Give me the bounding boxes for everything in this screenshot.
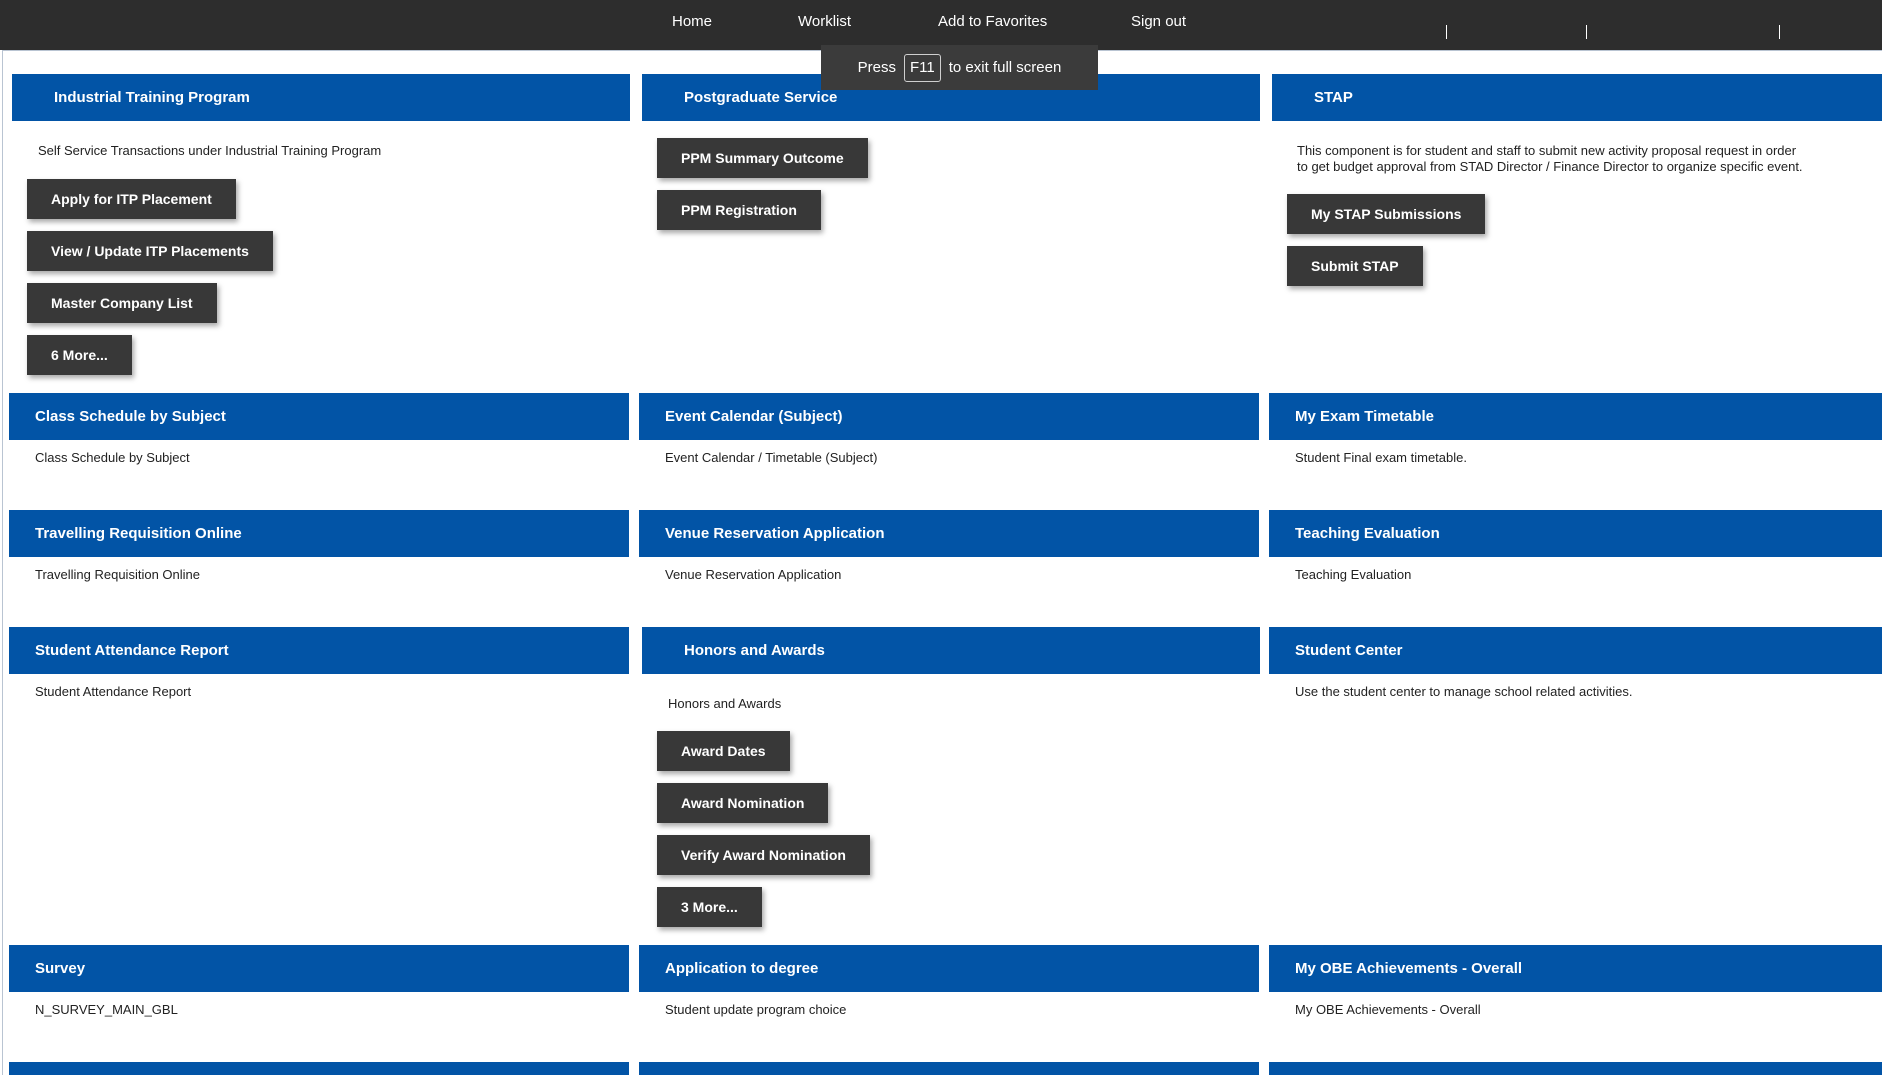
tile-title: Travelling Requisition Online bbox=[35, 525, 242, 542]
tile-student-attendance-report[interactable]: Student Attendance Report bbox=[9, 627, 629, 674]
homepage-content bbox=[2, 50, 1882, 1075]
tile-teaching-evaluation[interactable]: Teaching Evaluation bbox=[1269, 510, 1882, 557]
tile-description: This component is for student and staff … bbox=[1297, 143, 1877, 175]
description-line: to get budget approval from STAD Directo… bbox=[1297, 159, 1803, 174]
verify-award-nomination-button[interactable]: Verify Award Nomination bbox=[657, 835, 870, 875]
ppm-summary-outcome-button[interactable]: PPM Summary Outcome bbox=[657, 138, 868, 178]
tile-description: Travelling Requisition Online bbox=[35, 567, 200, 582]
tile-honors-and-awards[interactable]: Honors and Awards bbox=[642, 627, 1260, 674]
award-nomination-button[interactable]: Award Nomination bbox=[657, 783, 829, 823]
tile-description: N_SURVEY_MAIN_GBL bbox=[35, 1002, 178, 1017]
tile-title: Postgraduate Service bbox=[684, 89, 838, 106]
tile-description: Venue Reservation Application bbox=[665, 567, 842, 582]
f11-key-badge: F11 bbox=[904, 53, 941, 82]
description-line: This component is for student and staff … bbox=[1297, 143, 1797, 158]
tile-description: Student Final exam timetable. bbox=[1295, 450, 1467, 465]
master-company-list-button[interactable]: Master Company List bbox=[27, 283, 217, 323]
submit-stap-button[interactable]: Submit STAP bbox=[1287, 246, 1423, 286]
tile-title: Student Attendance Report bbox=[35, 642, 229, 659]
notice-text: Press bbox=[857, 59, 897, 76]
tile-venue-reservation-application[interactable]: Venue Reservation Application bbox=[639, 510, 1259, 557]
itp-more-button[interactable]: 6 More... bbox=[27, 335, 132, 375]
tile-industrial-training-program[interactable]: Industrial Training Program bbox=[12, 74, 630, 121]
top-nav-bar: Home Worklist Add to Favorites Sign out bbox=[0, 0, 1882, 50]
tile-title: Venue Reservation Application bbox=[665, 525, 885, 542]
nav-sign-out-link[interactable]: Sign out bbox=[1131, 13, 1186, 30]
tile-title: My OBE Achievements - Overall bbox=[1295, 960, 1523, 977]
tile-title: My Exam Timetable bbox=[1295, 408, 1434, 425]
tile-description: Use the student center to manage school … bbox=[1295, 684, 1633, 699]
view-update-itp-placements-button[interactable]: View / Update ITP Placements bbox=[27, 231, 273, 271]
tile-student-center[interactable]: Student Center bbox=[1269, 627, 1882, 674]
tile-title: Student Center bbox=[1295, 642, 1403, 659]
fullscreen-exit-notice: Press F11 to exit full screen bbox=[821, 45, 1098, 90]
tile-title: Event Calendar (Subject) bbox=[665, 408, 843, 425]
tile-event-calendar-subject[interactable]: Event Calendar (Subject) bbox=[639, 393, 1259, 440]
nav-home-link[interactable]: Home bbox=[672, 13, 712, 30]
tile-header-partial[interactable] bbox=[9, 1062, 629, 1075]
notice-text: to exit full screen bbox=[948, 59, 1062, 76]
tile-description: Self Service Transactions under Industri… bbox=[38, 143, 382, 158]
tile-class-schedule-by-subject[interactable]: Class Schedule by Subject bbox=[9, 393, 629, 440]
nav-worklist-link[interactable]: Worklist bbox=[798, 13, 851, 30]
tile-description: Class Schedule by Subject bbox=[35, 450, 190, 465]
nav-add-to-favorites-link[interactable]: Add to Favorites bbox=[938, 13, 1047, 30]
my-stap-submissions-button[interactable]: My STAP Submissions bbox=[1287, 194, 1486, 234]
apply-itp-placement-button[interactable]: Apply for ITP Placement bbox=[27, 179, 236, 219]
tile-my-obe-achievements-overall[interactable]: My OBE Achievements - Overall bbox=[1269, 945, 1882, 992]
tile-description: Teaching Evaluation bbox=[1295, 567, 1412, 582]
tile-description: Honors and Awards bbox=[668, 696, 782, 711]
tile-title: Teaching Evaluation bbox=[1295, 525, 1440, 542]
tile-description: Student Attendance Report bbox=[35, 684, 192, 699]
tile-application-to-degree[interactable]: Application to degree bbox=[639, 945, 1259, 992]
ppm-registration-button[interactable]: PPM Registration bbox=[657, 190, 821, 230]
tile-travelling-requisition-online[interactable]: Travelling Requisition Online bbox=[9, 510, 629, 557]
tile-description: My OBE Achievements - Overall bbox=[1295, 1002, 1481, 1017]
award-dates-button[interactable]: Award Dates bbox=[657, 731, 790, 771]
tile-title: Survey bbox=[35, 960, 86, 977]
tile-title: STAP bbox=[1314, 89, 1353, 106]
tile-title: Honors and Awards bbox=[684, 642, 825, 659]
tile-header-partial[interactable] bbox=[639, 1062, 1259, 1075]
tile-title: Industrial Training Program bbox=[54, 89, 250, 106]
tile-my-exam-timetable[interactable]: My Exam Timetable bbox=[1269, 393, 1882, 440]
tile-title: Class Schedule by Subject bbox=[35, 408, 226, 425]
tile-survey[interactable]: Survey bbox=[9, 945, 629, 992]
tile-title: Application to degree bbox=[665, 960, 819, 977]
tile-stap[interactable]: STAP bbox=[1272, 74, 1882, 121]
tile-description: Event Calendar / Timetable (Subject) bbox=[665, 450, 878, 465]
tile-description: Student update program choice bbox=[665, 1002, 847, 1017]
nav-divider bbox=[1446, 25, 1447, 39]
nav-divider bbox=[1586, 25, 1587, 39]
honors-more-button[interactable]: 3 More... bbox=[657, 887, 762, 927]
nav-divider bbox=[1779, 25, 1780, 39]
tile-header-partial[interactable] bbox=[1269, 1062, 1882, 1075]
